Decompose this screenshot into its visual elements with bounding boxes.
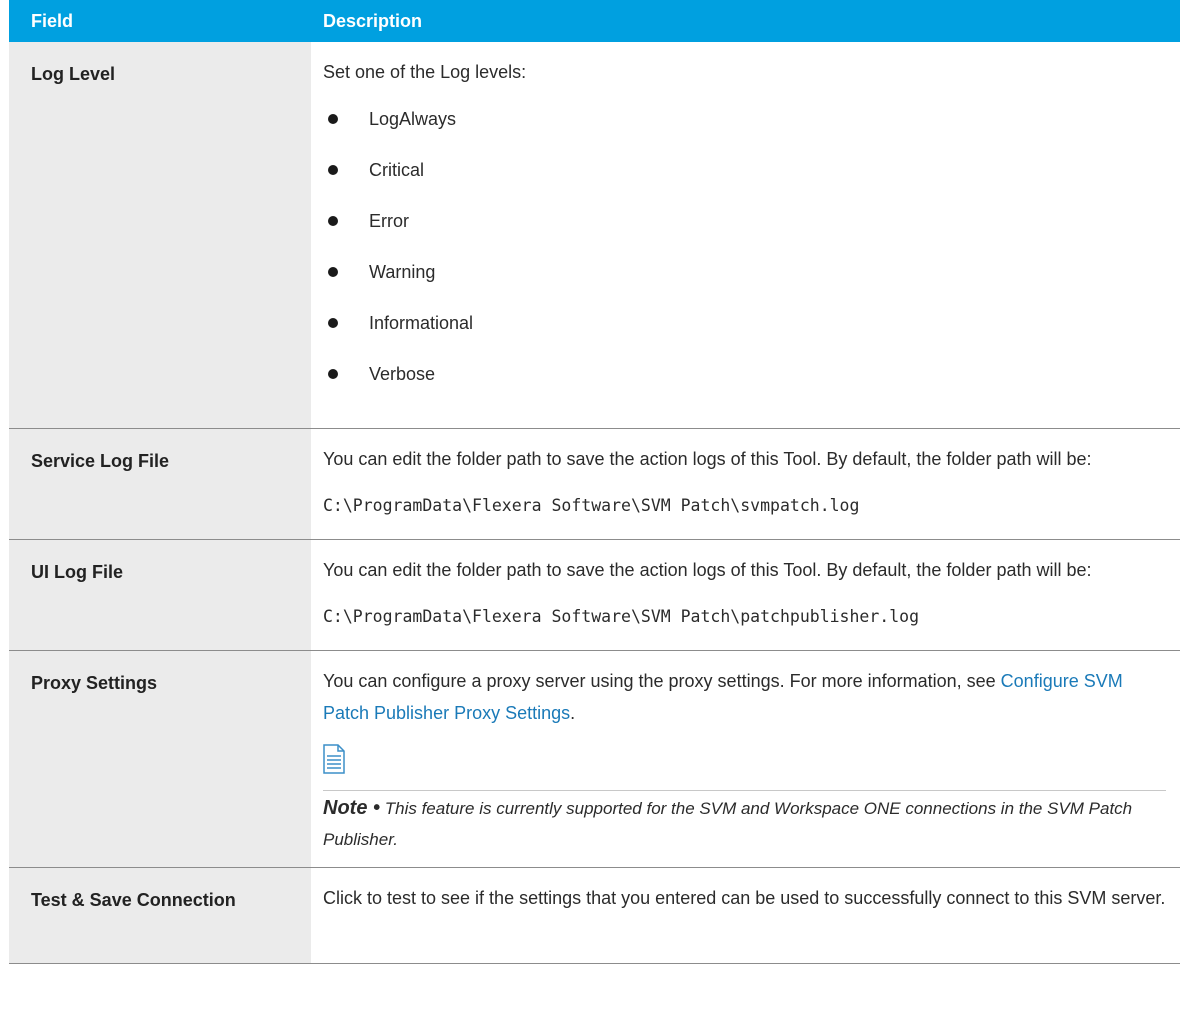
field-description: Set one of the Log levels: LogAlways Cri… — [311, 42, 1180, 429]
description-text: You can edit the folder path to save the… — [323, 559, 1092, 580]
link-suffix: . — [570, 702, 576, 723]
bullet-icon — [328, 267, 338, 277]
description-column-header: Description — [311, 0, 1180, 42]
bullet-icon — [328, 114, 338, 124]
list-item-label: Warning — [369, 262, 436, 282]
list-item: Informational — [323, 307, 1166, 358]
field-description: You can configure a proxy server using t… — [311, 650, 1180, 868]
list-item-label: Verbose — [369, 364, 436, 384]
list-item: Error — [323, 205, 1166, 256]
settings-table: Field Description Log Level Set one of t… — [9, 0, 1180, 964]
description-text: Click to test to see if the settings tha… — [323, 887, 1166, 908]
field-description: You can edit the folder path to save the… — [311, 428, 1180, 540]
field-description: Click to test to see if the settings tha… — [311, 867, 1180, 964]
note-label: Note • — [323, 796, 381, 819]
list-item: Verbose — [323, 358, 1166, 409]
table-row-ui-log-file: UI Log File You can edit the folder path… — [9, 539, 1180, 651]
list-item-label: LogAlways — [369, 109, 457, 129]
description-text: You can edit the folder path to save the… — [323, 448, 1092, 469]
field-name: Proxy Settings — [9, 650, 311, 868]
field-name: UI Log File — [9, 539, 311, 651]
note-text: This feature is currently supported for … — [323, 798, 1133, 849]
list-item: Warning — [323, 256, 1166, 307]
bullet-icon — [328, 318, 338, 328]
proxy-text: You can configure a proxy server using t… — [323, 670, 1001, 691]
note-divider — [323, 789, 1166, 791]
list-item-label: Informational — [369, 313, 474, 333]
bullet-icon — [328, 216, 338, 226]
field-description: You can edit the folder path to save the… — [311, 539, 1180, 651]
list-item-label: Error — [369, 211, 409, 231]
bullet-icon — [328, 369, 338, 379]
list-item: Critical — [323, 154, 1166, 205]
table-row-proxy-settings: Proxy Settings You can configure a proxy… — [9, 650, 1180, 868]
field-column-header: Field — [9, 0, 311, 42]
table-row-test-save-connection: Test & Save Connection Click to test to … — [9, 867, 1180, 964]
log-file-path: C:\ProgramData\Flexera Software\SVM Patc… — [323, 606, 920, 626]
field-name: Service Log File — [9, 428, 311, 540]
log-file-path: C:\ProgramData\Flexera Software\SVM Patc… — [323, 495, 860, 515]
table-row-log-level: Log Level Set one of the Log levels: Log… — [9, 42, 1180, 429]
note: Note • This feature is currently support… — [323, 793, 1166, 855]
bullet-icon — [328, 165, 338, 175]
list-item-label: Critical — [369, 160, 425, 180]
log-level-list: LogAlways Critical Error Warning Informa… — [323, 103, 1166, 409]
description-text: Set one of the Log levels: — [323, 62, 527, 82]
document-note-icon — [323, 743, 1166, 788]
description-text: You can configure a proxy server using t… — [323, 665, 1166, 729]
list-item: LogAlways — [323, 103, 1166, 154]
table-header-row: Field Description — [9, 0, 1180, 42]
table-row-service-log-file: Service Log File You can edit the folder… — [9, 428, 1180, 540]
field-name: Log Level — [9, 42, 311, 429]
field-name: Test & Save Connection — [9, 867, 311, 964]
